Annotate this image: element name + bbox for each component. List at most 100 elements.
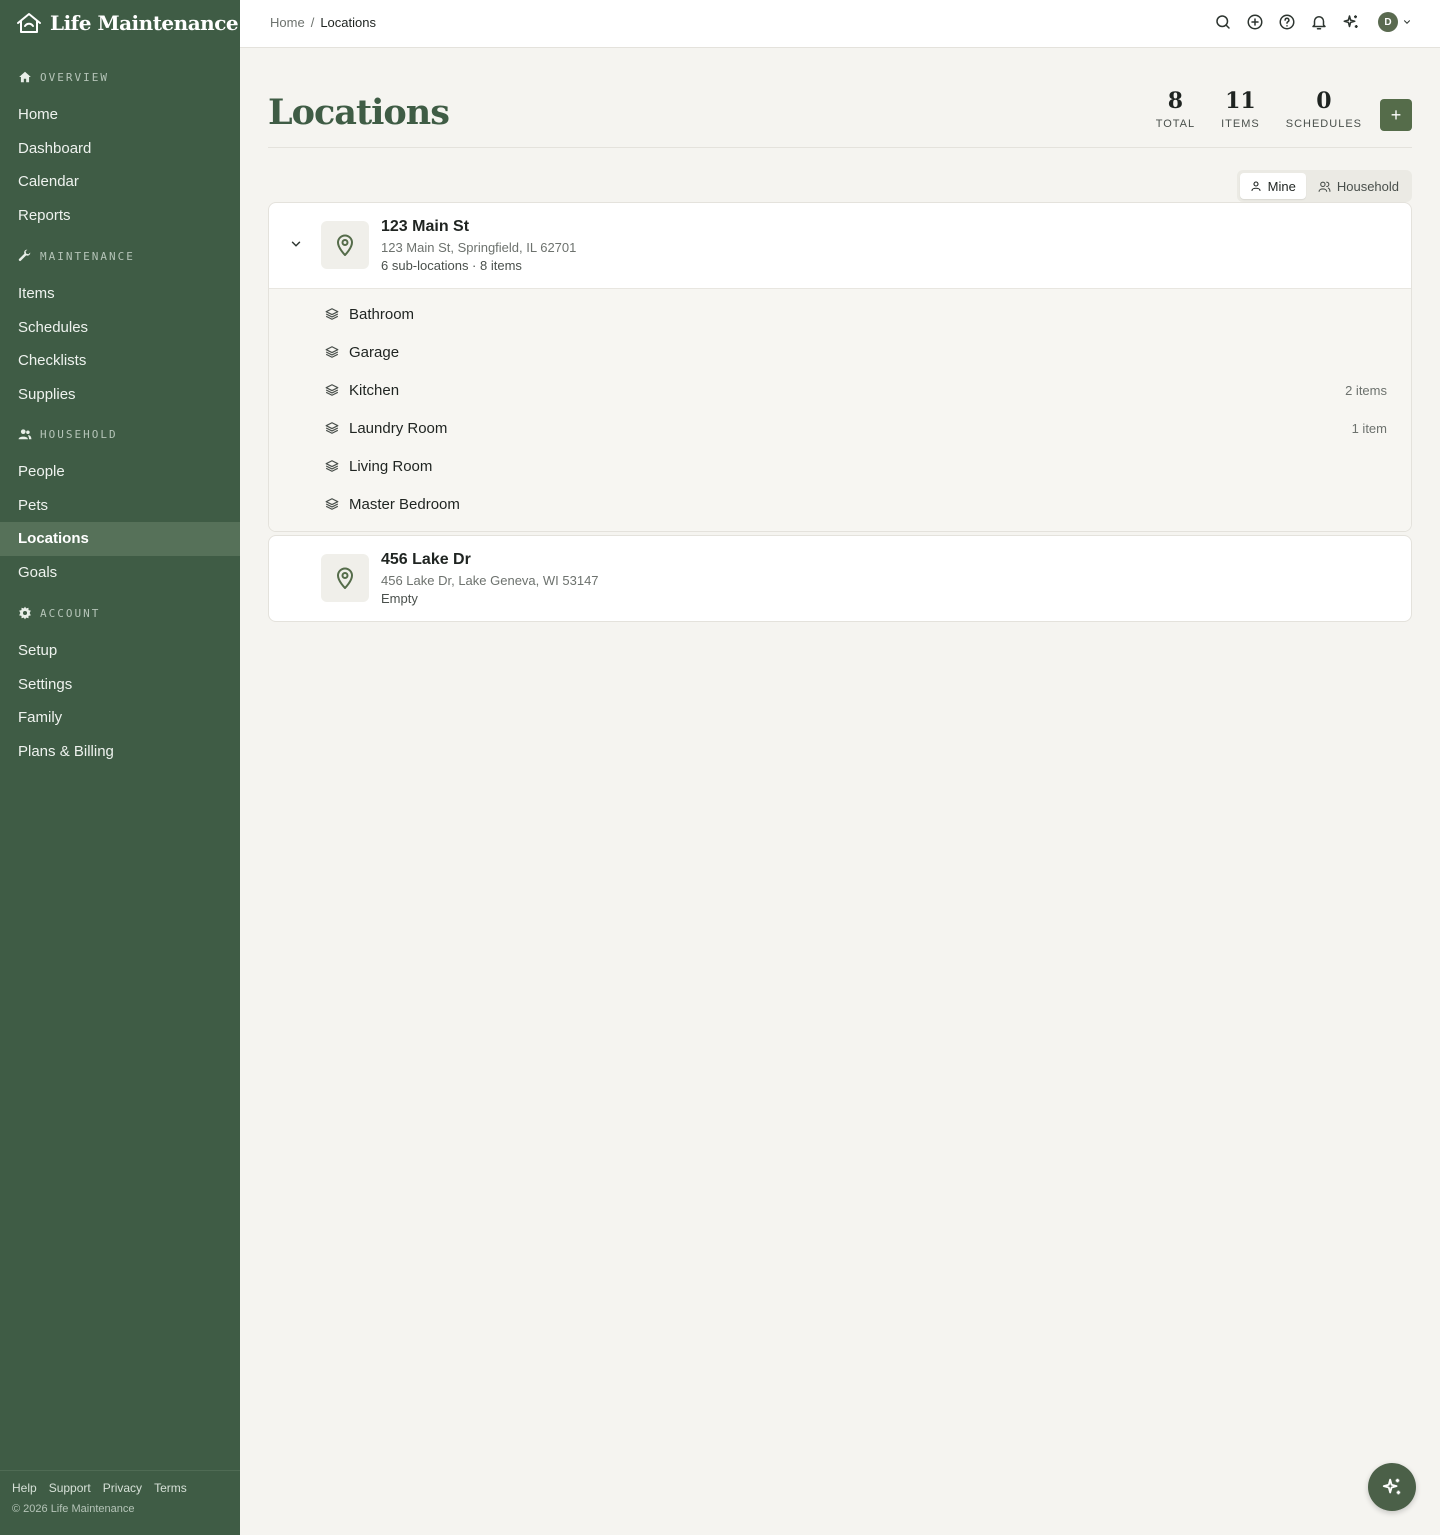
toggle-label: Household <box>1336 178 1399 194</box>
topbar-actions: D <box>1214 12 1412 32</box>
footer-link-help[interactable]: Help <box>12 1481 37 1495</box>
sidebar-item-plans-billing[interactable]: Plans & Billing <box>0 735 240 769</box>
plus-circle-icon[interactable] <box>1246 13 1264 31</box>
sparkles-icon <box>1381 1476 1403 1498</box>
location-meta: 6 sub-locations · 8 items <box>381 258 522 273</box>
breadcrumb-separator: / <box>310 15 315 30</box>
location-header[interactable]: 456 Lake Dr 456 Lake Dr, Lake Geneva, WI… <box>269 536 1411 621</box>
topbar: Home / Locations D <box>240 0 1440 48</box>
toggle-label: Mine <box>1267 178 1296 194</box>
sidebar-item-family[interactable]: Family <box>0 701 240 735</box>
footer-link-terms[interactable]: Terms <box>154 1481 187 1495</box>
location-card: 123 Main St 123 Main St, Springfield, IL… <box>268 202 1412 532</box>
sublocation-row[interactable]: Laundry Room 1 item <box>269 409 1411 447</box>
bell-icon[interactable] <box>1310 13 1328 31</box>
header-divider <box>268 147 1412 148</box>
chevron-down-icon[interactable] <box>289 237 303 251</box>
stat-value: 8 <box>1167 88 1184 114</box>
location-card: 456 Lake Dr 456 Lake Dr, Lake Geneva, WI… <box>268 535 1412 622</box>
sidebar-item-home[interactable]: Home <box>0 98 240 132</box>
nav-section-household: HOUSEHOLD People Pets Locations Goals <box>0 425 240 589</box>
sidebar-item-locations[interactable]: Locations <box>0 522 240 556</box>
sidebar-item-dashboard[interactable]: Dashboard <box>0 132 240 166</box>
footer-link-privacy[interactable]: Privacy <box>103 1481 142 1495</box>
stat-schedules: 0 SCHEDULES <box>1286 88 1362 130</box>
location-meta: Empty <box>381 591 418 606</box>
search-icon[interactable] <box>1214 13 1232 31</box>
layers-icon <box>325 497 339 511</box>
sidebar-item-schedules[interactable]: Schedules <box>0 311 240 345</box>
sublocation-name: Living Room <box>349 457 433 475</box>
sublocation-name: Bathroom <box>349 305 415 323</box>
ownership-toggle: Mine Household <box>1236 170 1412 202</box>
map-pin-icon <box>321 554 369 602</box>
sublocation-row[interactable]: Garage <box>269 333 1411 371</box>
sublocation-name: Laundry Room <box>349 419 448 437</box>
sidebar-item-setup[interactable]: Setup <box>0 634 240 668</box>
user-menu[interactable]: D <box>1378 12 1412 32</box>
sidebar-item-goals[interactable]: Goals <box>0 556 240 590</box>
sidebar-item-people[interactable]: People <box>0 455 240 489</box>
add-location-button[interactable]: + <box>1380 99 1412 131</box>
nav-section-account: ACCOUNT Setup Settings Family Plans & Bi… <box>0 604 240 768</box>
sidebar-item-pets[interactable]: Pets <box>0 489 240 523</box>
nav-section-overview: OVERVIEW Home Dashboard Calendar Reports <box>0 68 240 232</box>
section-title: OVERVIEW <box>40 70 109 84</box>
location-header[interactable]: 123 Main St 123 Main St, Springfield, IL… <box>269 203 1411 288</box>
section-title: ACCOUNT <box>40 606 101 620</box>
sublocation-name: Garage <box>349 343 400 361</box>
sublocation-row[interactable]: Kitchen 2 items <box>269 371 1411 409</box>
gear-icon <box>18 606 32 620</box>
section-title: HOUSEHOLD <box>40 427 118 441</box>
users-icon <box>1318 180 1331 193</box>
sublocation-count: 1 item <box>1351 420 1387 436</box>
wrench-icon <box>18 249 32 263</box>
page-title: Locations <box>268 92 450 133</box>
stat-items: 11 ITEMS <box>1221 88 1260 130</box>
sidebar-item-items[interactable]: Items <box>0 277 240 311</box>
layers-icon <box>325 459 339 473</box>
stat-value: 0 <box>1316 88 1332 114</box>
nav-section-maintenance: MAINTENANCE Items Schedules Checklists S… <box>0 247 240 411</box>
sidebar-item-calendar[interactable]: Calendar <box>0 165 240 199</box>
sublocation-row[interactable]: Bathroom <box>269 295 1411 333</box>
sidebar-item-checklists[interactable]: Checklists <box>0 344 240 378</box>
sidebar: Life Maintenance OVERVIEW Home Dashboard… <box>0 0 240 1535</box>
sublocation-name: Master Bedroom <box>349 495 460 513</box>
toggle-household[interactable]: Household <box>1308 173 1409 199</box>
stat-label: SCHEDULES <box>1285 118 1362 130</box>
stat-value: 11 <box>1225 88 1256 114</box>
toggle-mine[interactable]: Mine <box>1239 173 1306 199</box>
stat-total: 8 TOTAL <box>1156 88 1195 130</box>
location-name[interactable]: 123 Main St <box>381 218 469 236</box>
stats: 8 TOTAL 11 ITEMS 0 SCHEDULES <box>1156 88 1362 130</box>
brand[interactable]: Life Maintenance <box>16 10 239 36</box>
section-title: MAINTENANCE <box>40 249 135 263</box>
sublocation-name: Kitchen <box>349 381 400 399</box>
breadcrumb: Home / Locations <box>270 15 376 30</box>
sidebar-item-supplies[interactable]: Supplies <box>0 378 240 412</box>
stat-label: TOTAL <box>1155 118 1196 130</box>
sublocation-row[interactable]: Master Bedroom <box>269 485 1411 523</box>
layers-icon <box>325 421 339 435</box>
sparkles-icon[interactable] <box>1342 13 1360 31</box>
sublocation-row[interactable]: Living Room <box>269 447 1411 485</box>
copyright: © 2026 Life Maintenance <box>12 1503 135 1515</box>
logo-icon <box>16 11 42 35</box>
footer-link-support[interactable]: Support <box>49 1481 91 1495</box>
home-icon <box>18 70 32 84</box>
help-circle-icon[interactable] <box>1278 13 1296 31</box>
sidebar-item-settings[interactable]: Settings <box>0 668 240 702</box>
breadcrumb-home[interactable]: Home <box>270 15 305 30</box>
chevron-down-icon <box>1402 17 1412 27</box>
sublocation-count: 2 items <box>1345 382 1387 398</box>
location-address: 456 Lake Dr, Lake Geneva, WI 53147 <box>381 573 599 588</box>
location-name[interactable]: 456 Lake Dr <box>381 551 471 569</box>
sidebar-item-reports[interactable]: Reports <box>0 199 240 233</box>
sublocation-list: Bathroom Garage Kitchen 2 items Laundry … <box>269 288 1411 531</box>
stat-label: ITEMS <box>1221 118 1260 130</box>
breadcrumb-current: Locations <box>320 15 376 30</box>
assistant-button[interactable] <box>1368 1463 1416 1511</box>
avatar: D <box>1378 12 1398 32</box>
layers-icon <box>325 307 339 321</box>
